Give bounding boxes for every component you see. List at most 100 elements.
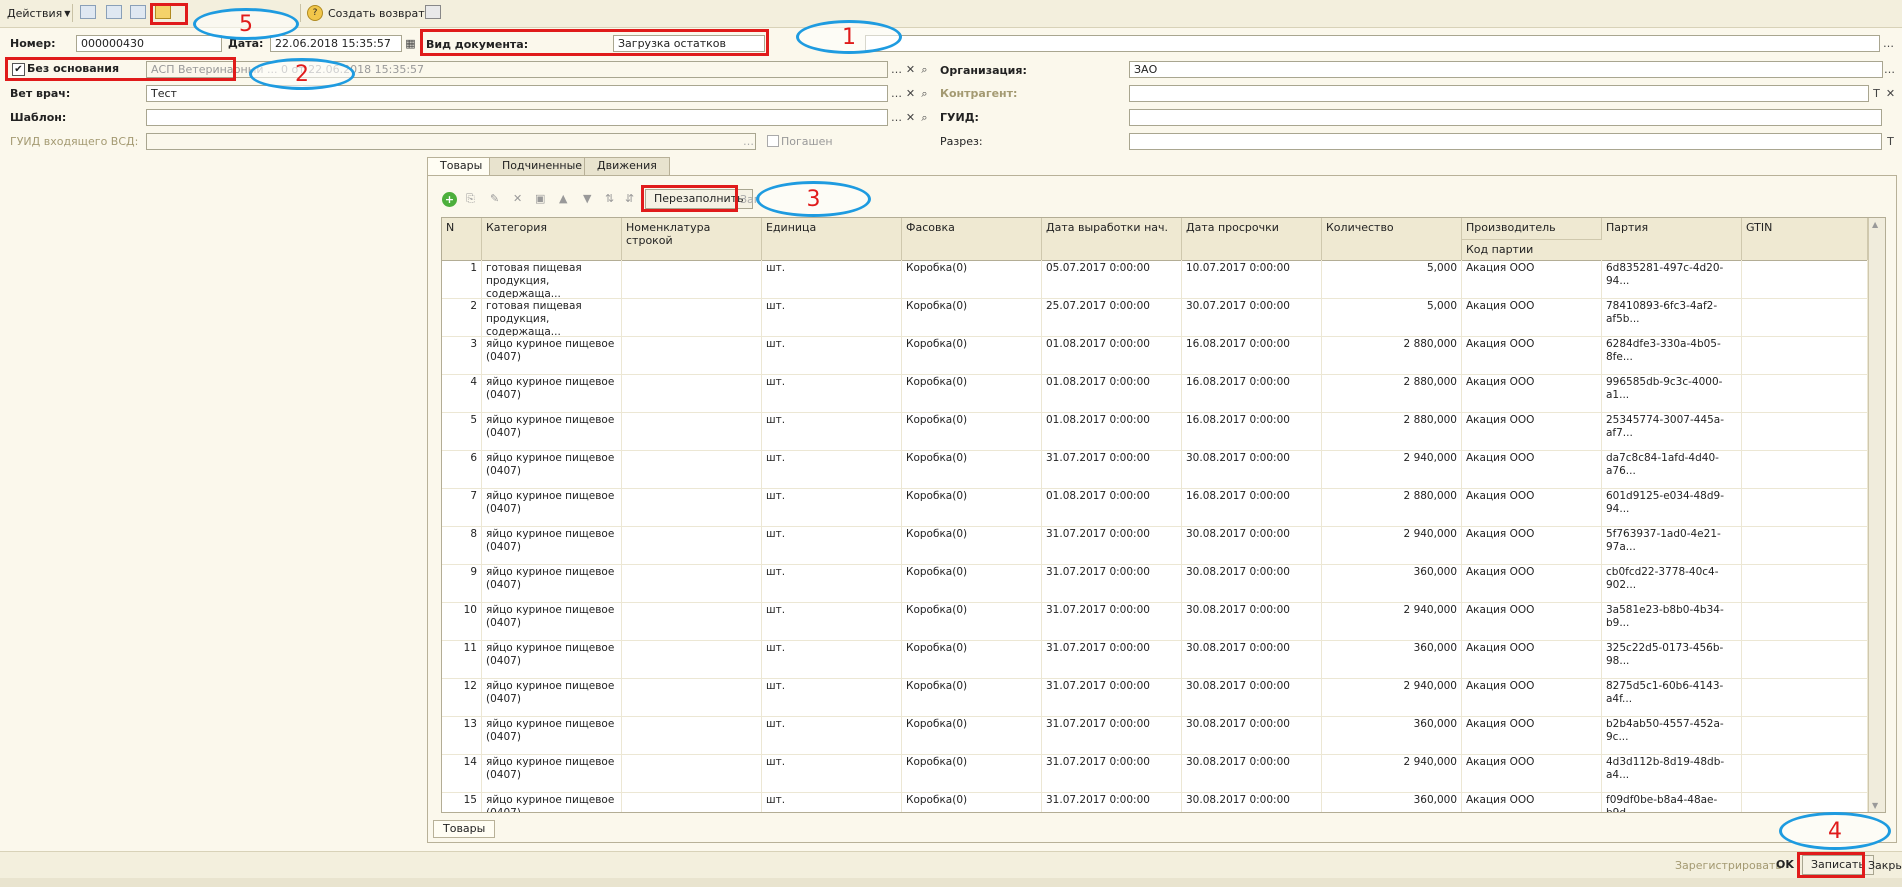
cell-unit[interactable]: шт.: [762, 412, 902, 450]
cell-expiry-date[interactable]: 16.08.2017 0:00:00: [1182, 336, 1322, 374]
cell-expiry-date[interactable]: 30.08.2017 0:00:00: [1182, 602, 1322, 640]
cell-manufacturer[interactable]: Акация ООО: [1462, 754, 1602, 792]
cell-nomenclature[interactable]: [622, 526, 762, 564]
cell-lot[interactable]: 5f763937-1ad0-4e21-97a...: [1602, 526, 1742, 564]
cell-lot[interactable]: 78410893-6fc3-4af2-af5b...: [1602, 298, 1742, 336]
column-header-unit[interactable]: Единица: [762, 218, 902, 260]
cell-quantity[interactable]: 2 940,000: [1322, 450, 1462, 488]
cell-gtin[interactable]: [1742, 488, 1868, 526]
edit-icon[interactable]: ✎: [490, 192, 499, 205]
save-button[interactable]: Записать: [1802, 855, 1874, 875]
cell-gtin[interactable]: [1742, 792, 1868, 812]
cell-gtin[interactable]: [1742, 716, 1868, 754]
cell-packing[interactable]: Коробка(0): [902, 640, 1042, 678]
cell-gtin[interactable]: [1742, 298, 1868, 336]
cell-lot[interactable]: 3a581e23-b8b0-4b34-b9...: [1602, 602, 1742, 640]
cell-expiry-date[interactable]: 30.08.2017 0:00:00: [1182, 450, 1322, 488]
cell-expiry-date[interactable]: 16.08.2017 0:00:00: [1182, 488, 1322, 526]
sort-desc-icon[interactable]: ⇵: [625, 192, 634, 205]
cell-category[interactable]: готовая пищевая продукция, содержаща...: [482, 298, 622, 336]
select-button[interactable]: …: [1883, 62, 1896, 77]
cell-n[interactable]: 1: [442, 260, 482, 298]
doctype-field[interactable]: Загрузка остатков: [613, 35, 765, 52]
table-row[interactable]: 5 яйцо куриное пищевое (0407) шт. Коробка(0…: [442, 412, 1868, 451]
cell-lot[interactable]: b2b4ab50-4557-452a-9c...: [1602, 716, 1742, 754]
cell-lot[interactable]: da7c8c84-1afd-4d40-a76...: [1602, 450, 1742, 488]
clear-icon[interactable]: ✕: [1884, 86, 1897, 101]
cell-expiry-date[interactable]: 30.08.2017 0:00:00: [1182, 754, 1322, 792]
cell-packing[interactable]: Коробка(0): [902, 526, 1042, 564]
table-row[interactable]: 11 яйцо куриное пищевое (0407) шт. Коробка(…: [442, 640, 1868, 679]
cell-nomenclature[interactable]: [622, 716, 762, 754]
cell-unit[interactable]: шт.: [762, 792, 902, 812]
ok-button[interactable]: OK: [1776, 858, 1794, 871]
refresh-icon[interactable]: [130, 5, 146, 19]
cell-expiry-date[interactable]: 30.08.2017 0:00:00: [1182, 792, 1322, 812]
add-icon[interactable]: +: [442, 192, 457, 207]
cell-quantity[interactable]: 2 880,000: [1322, 412, 1462, 450]
cell-category[interactable]: яйцо куриное пищевое (0407): [482, 450, 622, 488]
move-down-icon[interactable]: ▼: [583, 192, 591, 205]
cell-quantity[interactable]: 2 880,000: [1322, 374, 1462, 412]
delete-icon[interactable]: ✕: [513, 192, 522, 205]
cell-unit[interactable]: шт.: [762, 374, 902, 412]
cell-packing[interactable]: Коробка(0): [902, 792, 1042, 812]
cell-gtin[interactable]: [1742, 678, 1868, 716]
cell-unit[interactable]: шт.: [762, 450, 902, 488]
column-header-n[interactable]: N: [442, 218, 482, 260]
post-icon[interactable]: [80, 5, 96, 19]
cell-expiry-date[interactable]: 30.08.2017 0:00:00: [1182, 564, 1322, 602]
select-button[interactable]: …: [1882, 36, 1895, 51]
cell-unit[interactable]: шт.: [762, 526, 902, 564]
cell-lot[interactable]: 996585db-9c3c-4000-a1...: [1602, 374, 1742, 412]
cell-unit[interactable]: шт.: [762, 564, 902, 602]
column-header-expiry-date[interactable]: Дата просрочки: [1182, 218, 1322, 260]
cell-quantity[interactable]: 2 940,000: [1322, 678, 1462, 716]
no-basis-checkbox[interactable]: ✔: [12, 63, 25, 76]
column-header-quantity[interactable]: Количество: [1322, 218, 1462, 260]
cell-gtin[interactable]: [1742, 336, 1868, 374]
cell-n[interactable]: 13: [442, 716, 482, 754]
scroll-up-icon[interactable]: ▲: [1872, 220, 1878, 229]
cell-quantity[interactable]: 2 880,000: [1322, 488, 1462, 526]
cell-category[interactable]: яйцо куриное пищевое (0407): [482, 412, 622, 450]
cell-quantity[interactable]: 2 940,000: [1322, 602, 1462, 640]
cell-n[interactable]: 10: [442, 602, 482, 640]
cell-packing[interactable]: Коробка(0): [902, 488, 1042, 526]
cell-n[interactable]: 7: [442, 488, 482, 526]
cell-unit[interactable]: шт.: [762, 754, 902, 792]
cell-quantity[interactable]: 360,000: [1322, 640, 1462, 678]
table-row[interactable]: 4 яйцо куриное пищевое (0407) шт. Коробка(0…: [442, 374, 1868, 413]
cell-manufacturer[interactable]: Акация ООО: [1462, 602, 1602, 640]
cell-production-date[interactable]: 31.07.2017 0:00:00: [1042, 754, 1182, 792]
cell-nomenclature[interactable]: [622, 412, 762, 450]
cell-expiry-date[interactable]: 16.08.2017 0:00:00: [1182, 374, 1322, 412]
counterparty-field[interactable]: [1129, 85, 1869, 102]
bottom-tab-goods[interactable]: Товары: [433, 820, 496, 838]
cell-production-date[interactable]: 01.08.2017 0:00:00: [1042, 336, 1182, 374]
cell-manufacturer[interactable]: Акация ООО: [1462, 716, 1602, 754]
calendar-icon[interactable]: ▦: [404, 36, 417, 51]
select-button[interactable]: …: [890, 62, 903, 77]
table-row[interactable]: 10 яйцо куриное пищевое (0407) шт. Коробка(…: [442, 602, 1868, 641]
table-row[interactable]: 14 яйцо куриное пищевое (0407) шт. Коробка(…: [442, 754, 1868, 793]
cell-production-date[interactable]: 31.07.2017 0:00:00: [1042, 564, 1182, 602]
cell-n[interactable]: 2: [442, 298, 482, 336]
cell-category[interactable]: яйцо куриное пищевое (0407): [482, 488, 622, 526]
cell-category[interactable]: готовая пищевая продукция, содержаща...: [482, 260, 622, 298]
text-icon[interactable]: T: [1884, 134, 1897, 149]
cell-unit[interactable]: шт.: [762, 298, 902, 336]
cell-lot[interactable]: f09df0be-b8a4-48ae-b9d...: [1602, 792, 1742, 812]
search-icon[interactable]: ⌕: [918, 86, 931, 101]
cell-packing[interactable]: Коробка(0): [902, 374, 1042, 412]
date-field[interactable]: 22.06.2018 15:35:57: [270, 35, 402, 52]
cell-manufacturer[interactable]: Акация ООО: [1462, 640, 1602, 678]
select-button[interactable]: …: [890, 110, 903, 125]
cell-category[interactable]: яйцо куриное пищевое (0407): [482, 678, 622, 716]
cell-gtin[interactable]: [1742, 260, 1868, 298]
tab-movements[interactable]: Движения: [584, 157, 670, 175]
cell-nomenclature[interactable]: [622, 792, 762, 812]
vertical-scrollbar[interactable]: ▲ ▼: [1868, 218, 1885, 812]
cell-packing[interactable]: Коробка(0): [902, 564, 1042, 602]
cell-packing[interactable]: Коробка(0): [902, 412, 1042, 450]
